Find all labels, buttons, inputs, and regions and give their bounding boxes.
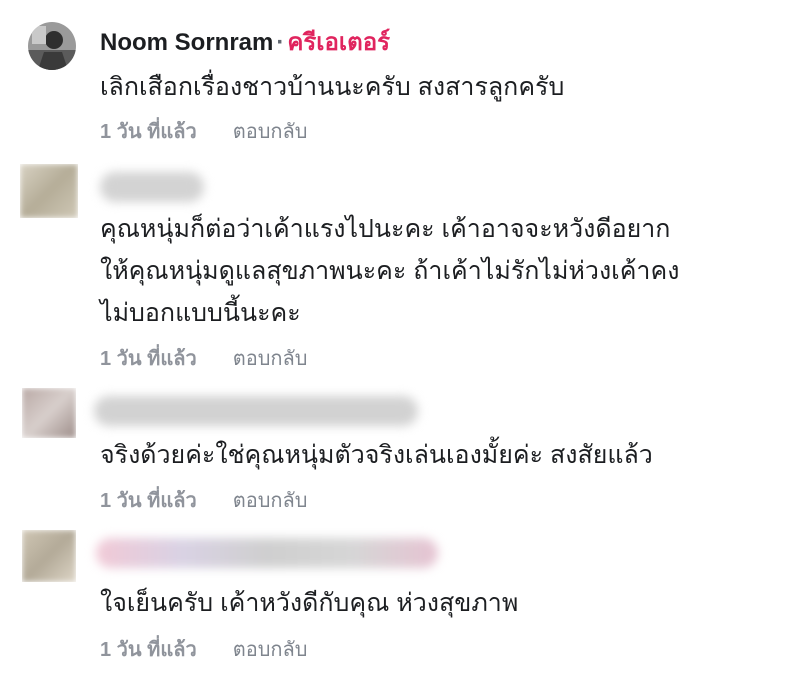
profile-photo-icon [28,22,76,70]
reply-link[interactable]: ตอบกลับ [233,121,308,143]
comment-line: คุณหนุ่มก็ต่อว่าเค้าแรงไปนะคะ เค้าอาจจะห… [100,215,671,243]
comment-line: ให้คุณหนุ่มดูแลสุขภาพนะคะ ถ้าเค้าไม่รักไ… [100,257,680,285]
author-name[interactable]: Noom Sornram [100,29,273,56]
comment-text: ใจเย็นครับ เค้าหวังดีกับคุณ ห่วงสุขภาพ [100,582,790,624]
comment-line: ไม่บอกแบบนี้นะคะ [100,299,301,327]
comment-time[interactable]: 1 วัน ที่แล้ว [100,121,197,143]
creator-badge: ครีเอเตอร์ [287,29,391,56]
blurred-avatar-icon [22,388,76,438]
avatar[interactable] [22,530,76,582]
reply-link[interactable]: ตอบกลับ [233,348,308,370]
comment-time[interactable]: 1 วัน ที่แล้ว [100,490,197,512]
comment-line: เลิกเสือกเรื่องชาวบ้านนะครับ สงสารลูกครั… [100,73,565,101]
blurred-avatar-icon [20,164,78,218]
avatar[interactable] [22,388,76,438]
reply-link[interactable]: ตอบกลับ [233,490,308,512]
comment-text: คุณหนุ่มก็ต่อว่าเค้าแรงไปนะคะ เค้าอาจจะห… [100,208,790,334]
avatar[interactable] [20,164,78,218]
avatar[interactable] [28,22,76,70]
comment-meta: 1 วัน ที่แล้ว ตอบกลับ [100,119,307,145]
comment-meta: 1 วัน ที่แล้ว ตอบกลับ [100,488,307,514]
blurred-author-name[interactable] [100,172,204,202]
comment-author-row: Noom Sornram · ครีเอเตอร์ [100,28,390,58]
comment-line: ใจเย็นครับ เค้าหวังดีกับคุณ ห่วงสุขภาพ [100,589,519,617]
blurred-author-name[interactable] [96,538,438,568]
separator-dot: · [276,29,285,56]
comment-meta: 1 วัน ที่แล้ว ตอบกลับ [100,346,307,372]
blurred-author-name[interactable] [94,396,418,426]
comment-time[interactable]: 1 วัน ที่แล้ว [100,639,197,661]
comment-line: จริงด้วยค่ะใช่คุณหนุ่มตัวจริงเล่นเองมั้ย… [100,441,653,469]
comment-text: เลิกเสือกเรื่องชาวบ้านนะครับ สงสารลูกครั… [100,66,790,108]
comment-meta: 1 วัน ที่แล้ว ตอบกลับ [100,637,307,663]
blurred-avatar-icon [22,530,76,582]
reply-link[interactable]: ตอบกลับ [233,639,308,661]
comment-time[interactable]: 1 วัน ที่แล้ว [100,348,197,370]
comment-text: จริงด้วยค่ะใช่คุณหนุ่มตัวจริงเล่นเองมั้ย… [100,434,790,476]
